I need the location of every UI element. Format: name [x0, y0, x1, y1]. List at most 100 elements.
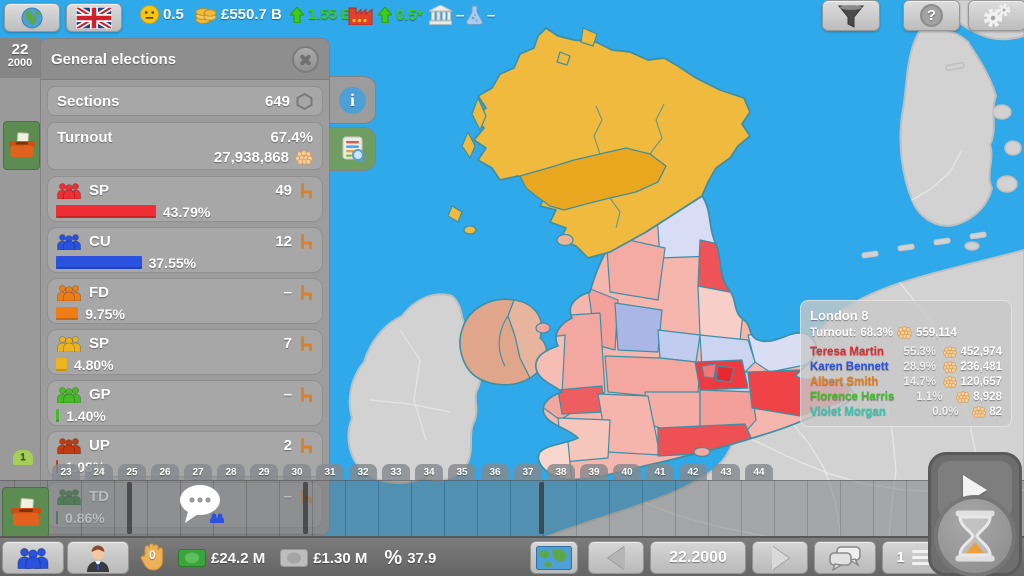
chat-bubbles-icon — [828, 545, 862, 571]
current-date-button[interactable]: 22.2000 — [650, 541, 746, 574]
timeline-week-tab[interactable]: 25 — [118, 464, 146, 480]
timeline-separator — [539, 482, 544, 534]
crowd-icon — [943, 376, 957, 388]
results-report-icon — [340, 136, 366, 163]
election-info-button[interactable]: i — [330, 76, 376, 124]
party-row[interactable]: CU 12 37.55% — [47, 227, 323, 273]
timeline-week-tab[interactable]: 32 — [349, 464, 377, 480]
timeline-week-tab[interactable]: 43 — [712, 464, 740, 480]
party-people-icon — [56, 233, 82, 250]
seat-chair-icon — [299, 438, 314, 454]
panel-header[interactable]: General elections — [41, 39, 329, 80]
sections-label: Sections — [57, 93, 120, 110]
time-control-panel — [928, 452, 1022, 576]
filter-button[interactable] — [822, 0, 880, 31]
party-row[interactable]: FD – 9.75% — [47, 278, 323, 324]
hand-actions-icon[interactable]: 0 — [140, 541, 165, 576]
timeline-week-tab[interactable]: 42 — [679, 464, 707, 480]
timeline-week-tab[interactable]: 33 — [382, 464, 410, 480]
election-week-cell[interactable] — [3, 121, 40, 170]
timeline-week-tab[interactable]: 40 — [613, 464, 641, 480]
party-vote-bar — [56, 358, 67, 371]
timeline-week-tab[interactable]: 31 — [316, 464, 344, 480]
timeline-election-week-cell[interactable] — [2, 487, 49, 538]
party-vote-bar — [56, 256, 142, 269]
settings-button[interactable] — [968, 0, 1024, 31]
crowd-icon — [956, 391, 970, 403]
timeline-week-tab[interactable]: 27 — [184, 464, 212, 480]
current-year: 2000 — [0, 58, 40, 70]
production-delta: 0.5* — [396, 7, 423, 24]
turnout-voters: 27,938,868 — [214, 149, 289, 166]
timeline-week-tab[interactable]: 44 — [745, 464, 773, 480]
timeline-chat-event[interactable] — [178, 483, 226, 532]
candidate-votes: 120,657 — [960, 376, 1002, 388]
world-map-button[interactable] — [530, 541, 578, 574]
crowd-icon — [943, 346, 957, 358]
crowd-icon — [972, 406, 986, 418]
science-flask-icon — [466, 5, 483, 25]
turnout-row[interactable]: Turnout 67.4% 27,938,868 — [47, 122, 323, 170]
game-screen: 0.5 £550.7 B 1.55 B 0.5* — [0, 0, 1024, 576]
party-button[interactable] — [2, 541, 64, 574]
tooltip-turnout-count: 559,114 — [916, 327, 957, 339]
party-row[interactable]: GP – 1.40% — [47, 380, 323, 426]
timeline-week-tab[interactable]: 37 — [514, 464, 542, 480]
uk-flag-icon — [76, 7, 112, 29]
timeline-week-tab[interactable]: 29 — [250, 464, 278, 480]
world-button[interactable] — [4, 3, 60, 32]
party-abbr: UP — [89, 437, 110, 454]
party-seats: – — [284, 386, 292, 403]
hourglass-button[interactable] — [934, 495, 1016, 576]
party-abbr: FD — [89, 284, 109, 301]
party-people-icon — [56, 437, 82, 454]
party-people-icon — [56, 386, 82, 403]
timeline-week-tab[interactable]: 28 — [217, 464, 245, 480]
prev-week-button[interactable] — [588, 541, 644, 574]
timeline-strip[interactable] — [0, 480, 1024, 537]
timeline-week-tab[interactable]: 30 — [283, 464, 311, 480]
country-flag-button[interactable] — [66, 3, 122, 32]
party-vote-percent: 37.55% — [149, 255, 196, 271]
happiness-value: 0.5 — [163, 6, 184, 23]
treasury-coins-icon — [195, 5, 217, 24]
globe-icon — [21, 7, 43, 29]
messages-button[interactable] — [814, 541, 876, 574]
northern-ireland[interactable] — [460, 299, 546, 385]
candidate-percent: 0.0% — [932, 406, 972, 418]
list-icon — [912, 550, 930, 565]
timeline-week-tab[interactable]: 26 — [151, 464, 179, 480]
timeline-week-tab[interactable]: 41 — [646, 464, 674, 480]
hand-count: 0 — [149, 548, 156, 562]
approval-percent: 37.9 — [407, 550, 436, 567]
timeline-week-tab[interactable]: 36 — [481, 464, 509, 480]
election-results-button[interactable] — [330, 127, 376, 171]
sections-value: 649 — [265, 93, 290, 110]
candidate-percent: 55.3% — [903, 346, 943, 358]
timeline-week-tab[interactable]: 39 — [580, 464, 608, 480]
party-row[interactable]: SP 49 43.79% — [47, 176, 323, 222]
party-seats: 49 — [275, 182, 292, 199]
candidate-name: Violet Morgan — [810, 406, 932, 418]
timeline-week-tab[interactable]: 23 — [52, 464, 80, 480]
close-icon[interactable] — [292, 46, 319, 73]
gear-icon — [982, 3, 1012, 29]
next-week-button[interactable] — [752, 541, 808, 574]
seat-chair-icon — [299, 336, 314, 352]
party-seats: – — [284, 284, 292, 301]
seat-chair-icon — [299, 234, 314, 250]
help-button[interactable]: ? — [903, 0, 960, 31]
sections-row[interactable]: Sections 649 — [47, 86, 323, 116]
bottom-bar: 0 £24.2 M £1.30 M % 37.9 — [0, 536, 1024, 576]
party-row[interactable]: SP 7 4.80% — [47, 329, 323, 375]
party-seats: 7 — [284, 335, 292, 352]
timeline-week-tab[interactable]: 34 — [415, 464, 443, 480]
politician-button[interactable] — [67, 541, 129, 574]
turnout-label: Turnout — [57, 129, 113, 146]
science-value: – — [487, 7, 495, 24]
timeline-week-tab[interactable]: 24 — [85, 464, 113, 480]
timeline-separator — [127, 482, 132, 534]
world-map-icon — [536, 546, 572, 570]
timeline-week-tab[interactable]: 38 — [547, 464, 575, 480]
timeline-week-tab[interactable]: 35 — [448, 464, 476, 480]
